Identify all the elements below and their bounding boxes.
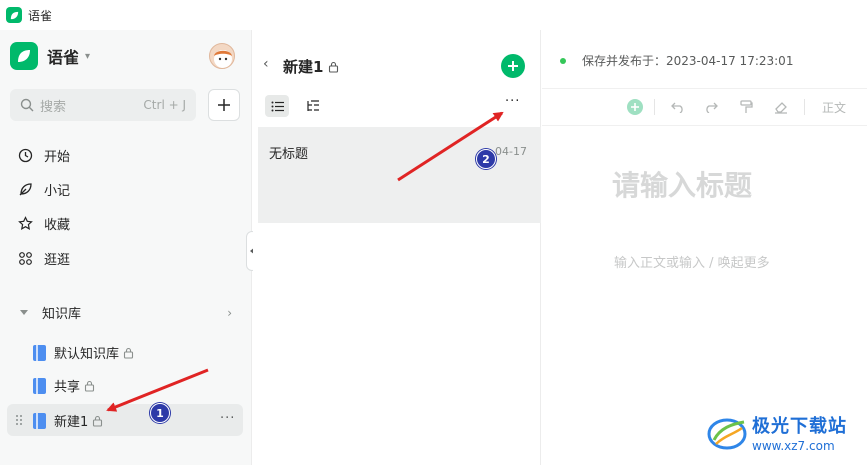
- clock-icon: [18, 148, 33, 163]
- sidebar-item-label: 小记: [44, 184, 71, 199]
- doc-title: 无标题: [269, 147, 309, 162]
- toolbar-divider: [654, 99, 655, 115]
- sidebar-item-start[interactable]: 开始: [18, 146, 70, 165]
- toolbar-divider: [804, 99, 805, 115]
- add-button[interactable]: [208, 89, 240, 121]
- chevron-down-icon: ▾: [85, 50, 91, 62]
- book-icon: [33, 412, 46, 429]
- repo-item-new[interactable]: 新建1: [33, 411, 103, 430]
- search-shortcut: Ctrl + J: [143, 98, 186, 112]
- plus-circle-icon: [627, 99, 643, 115]
- user-avatar[interactable]: [209, 43, 235, 69]
- sidebar-item-notes[interactable]: 小记: [18, 180, 70, 199]
- undo-button[interactable]: [670, 99, 686, 115]
- redo-button[interactable]: [703, 99, 719, 115]
- window-title: 语雀: [28, 8, 53, 23]
- watermark-url: www.xz7.com: [752, 439, 835, 453]
- book-icon: [33, 344, 46, 361]
- doc-list-pane: ‹ 新建1 ··· 无标题 04-17: [253, 30, 541, 465]
- doc-date: 04-17: [495, 145, 527, 158]
- body-placeholder[interactable]: 输入正文或输入 / 唤起更多: [614, 252, 770, 271]
- back-chevron-icon[interactable]: ‹: [263, 56, 269, 72]
- undo-icon: [671, 102, 683, 113]
- watermark-name: 极光下载站: [752, 416, 847, 437]
- more-options-button[interactable]: ···: [505, 94, 520, 109]
- save-status: 保存并发布于：2023-04-17 17:23:01: [560, 52, 793, 69]
- title-placeholder[interactable]: 请输入标题: [612, 164, 752, 204]
- search-placeholder: 搜索: [40, 99, 67, 115]
- repo-label: 新建1: [54, 415, 89, 430]
- clear-format-button[interactable]: [773, 99, 789, 115]
- section-label: 知识库: [42, 307, 82, 322]
- sidebar-item-favorites[interactable]: 收藏: [18, 214, 70, 233]
- watermark-logo-icon: [707, 418, 747, 449]
- repo-title-text: 新建1: [283, 58, 324, 76]
- status-dot-icon: [560, 57, 566, 64]
- format-painter-button[interactable]: [738, 99, 754, 115]
- plus-icon: [218, 99, 230, 111]
- lock-icon: [329, 61, 339, 73]
- paint-brush-icon: [739, 100, 753, 113]
- redo-icon: [706, 102, 718, 113]
- title-bar: 语雀: [0, 0, 867, 30]
- brand-name: 语雀: [47, 48, 80, 67]
- sidebar: 语雀 ▾ 搜索 Ctrl + J 开始 小记 收藏 逛逛 知识库 › 默认知识库…: [0, 30, 252, 465]
- repo-label: 共享: [54, 380, 81, 395]
- step-badge-1: 1: [150, 403, 170, 423]
- step-badge-2: 2: [476, 149, 496, 169]
- list-icon: [271, 101, 284, 111]
- app-logo-icon: [6, 7, 22, 23]
- tree-view-button[interactable]: [301, 95, 323, 117]
- list-view-button[interactable]: [265, 95, 289, 117]
- editor-pane: 保存并发布于：2023-04-17 17:23:01 正文 请输入标题 输入正文…: [542, 30, 867, 465]
- lock-icon: [123, 347, 134, 359]
- repo-label: 默认知识库: [54, 347, 120, 362]
- feather-icon: [19, 183, 32, 196]
- doc-list-item[interactable]: 无标题 04-17: [258, 127, 541, 223]
- repo-more-button[interactable]: ···: [220, 411, 235, 426]
- plus-icon: [508, 61, 518, 71]
- lock-icon: [84, 380, 95, 392]
- eraser-icon: [775, 102, 787, 114]
- text-style-select[interactable]: 正文: [822, 99, 846, 116]
- save-status-text: 保存并发布于：2023-04-17 17:23:01: [582, 54, 794, 68]
- repo-title: 新建1: [283, 56, 339, 77]
- search-icon: [20, 98, 34, 112]
- insert-button[interactable]: [627, 99, 643, 115]
- tree-icon: [306, 100, 319, 111]
- lock-icon: [93, 415, 103, 427]
- repo-item-shared[interactable]: 共享: [33, 376, 95, 395]
- chevron-right-icon[interactable]: ›: [227, 306, 232, 320]
- knowledge-base-section[interactable]: 知识库 ›: [20, 303, 232, 322]
- caret-down-icon: [20, 310, 28, 315]
- brand-logo-icon: [10, 42, 38, 70]
- search-input[interactable]: 搜索 Ctrl + J: [10, 89, 196, 121]
- sidebar-item-label: 开始: [44, 150, 71, 165]
- sidebar-item-label: 逛逛: [44, 253, 71, 268]
- book-icon: [33, 377, 46, 394]
- sidebar-item-explore[interactable]: 逛逛: [18, 249, 70, 268]
- repo-item-default[interactable]: 默认知识库: [33, 343, 134, 362]
- drag-handle-icon[interactable]: [15, 414, 23, 426]
- grid-icon: [19, 252, 32, 265]
- brand-switcher[interactable]: 语雀 ▾: [10, 42, 90, 70]
- watermark: 极光下载站 www.xz7.com: [706, 412, 847, 453]
- sidebar-item-label: 收藏: [44, 218, 71, 233]
- app-window: 语雀 语雀 ▾ 搜索 Ctrl + J 开始 小记 收藏 逛逛 知识库 › 默认…: [0, 0, 867, 465]
- star-icon: [18, 216, 33, 230]
- new-doc-button[interactable]: [501, 54, 525, 78]
- editor-toolbar: 正文: [542, 88, 867, 126]
